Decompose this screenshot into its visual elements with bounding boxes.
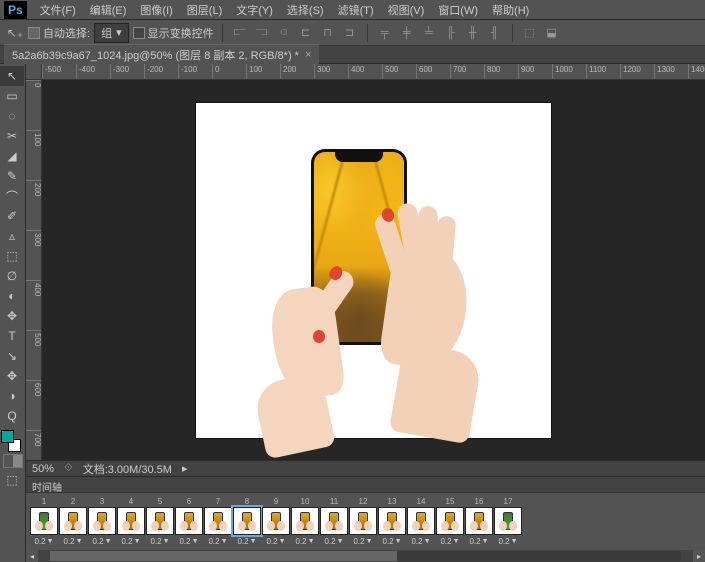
gradient-tool[interactable]: ◐ xyxy=(0,286,24,306)
pen-tool[interactable]: ✥ xyxy=(0,306,24,326)
document-tabs: 5a2a6b39c9a67_1024.jpg@50% (图层 8 副本 2, R… xyxy=(0,46,705,64)
menu-select[interactable]: 选择(S) xyxy=(280,0,331,21)
path-tool[interactable]: ↘ xyxy=(0,346,24,366)
horizontal-scrollbar[interactable]: ◂ ▸ xyxy=(26,550,705,562)
left-hand xyxy=(254,238,364,428)
distribute-bottom-icon[interactable]: ╧ xyxy=(420,24,438,42)
horizontal-ruler[interactable]: -500-400-300-200-10001002003004005006007… xyxy=(26,64,705,80)
options-bar: ↖₊ 自动选择: 组 ▾ 显示变换控件 ⫍ ⫎ ⫏ ⊏ ⊓ ⊐ ╤ ╪ ╧ ╟ … xyxy=(0,20,705,46)
align-bottom-icon[interactable]: ⫏ xyxy=(275,24,293,42)
eraser-tool[interactable]: ∅ xyxy=(0,266,24,286)
crop-tool[interactable]: ◢ xyxy=(0,146,24,166)
timeline-frame[interactable]: 20.2▼ xyxy=(59,497,87,546)
scroll-left-icon[interactable]: ◂ xyxy=(26,550,38,562)
menu-help[interactable]: 帮助(H) xyxy=(485,0,536,21)
zoom-tool[interactable]: Q xyxy=(0,406,24,426)
timeline-frame[interactable]: 110.2▼ xyxy=(320,497,348,546)
right-hand xyxy=(376,198,496,428)
healing-tool[interactable]: ⌒ xyxy=(0,186,24,206)
align-top-icon[interactable]: ⫍ xyxy=(231,24,249,42)
show-transform-checkbox[interactable]: 显示变换控件 xyxy=(133,25,214,41)
screen-mode-icon[interactable]: ⬚ xyxy=(0,470,24,490)
align-left-icon[interactable]: ⊏ xyxy=(297,24,315,42)
artboard[interactable] xyxy=(196,103,551,438)
lasso-tool[interactable]: ◌ xyxy=(0,106,24,126)
vertical-ruler[interactable]: 0100200300400500600700 xyxy=(26,80,42,460)
menu-filter[interactable]: 滤镜(T) xyxy=(331,0,381,21)
menu-layer[interactable]: 图层(L) xyxy=(180,0,229,21)
timeline-frame[interactable]: 30.2▼ xyxy=(88,497,116,546)
history-brush-tool[interactable]: ⬚ xyxy=(0,246,24,266)
timeline-frame[interactable]: 170.2▼ xyxy=(494,497,522,546)
quick-select-tool[interactable]: ✂ xyxy=(0,126,24,146)
checkbox-icon xyxy=(133,27,145,39)
3d-mode-icon[interactable]: ⬓ xyxy=(543,24,561,42)
menubar: Ps 文件(F) 编辑(E) 图像(I) 图层(L) 文字(Y) 选择(S) 滤… xyxy=(0,0,705,20)
document-tab[interactable]: 5a2a6b39c9a67_1024.jpg@50% (图层 8 副本 2, R… xyxy=(4,44,319,65)
timeline-frame[interactable]: 130.2▼ xyxy=(378,497,406,546)
timeline-frame[interactable]: 150.2▼ xyxy=(436,497,464,546)
timeline-frame[interactable]: 60.2▼ xyxy=(175,497,203,546)
marquee-tool[interactable]: ▭ xyxy=(0,86,24,106)
timeline-frame[interactable]: 70.2▼ xyxy=(204,497,232,546)
auto-align-icon[interactable]: ⬚ xyxy=(521,24,539,42)
menu-image[interactable]: 图像(I) xyxy=(133,0,179,21)
auto-select-dropdown[interactable]: 组 ▾ xyxy=(94,23,129,43)
timeline-frame[interactable]: 50.2▼ xyxy=(146,497,174,546)
shape-tool[interactable]: ✥ xyxy=(0,366,24,386)
show-transform-label: 显示变换控件 xyxy=(148,25,214,41)
timeline-header[interactable]: 时间轴 xyxy=(26,477,705,493)
move-tool-icon: ↖₊ xyxy=(6,24,24,42)
tools-panel: ↖ ▭ ◌ ✂ ◢ ✎ ⌒ ✐ ▵ ⬚ ∅ ◐ ✥ T ↘ ✥ ◑ Q ⬚ xyxy=(0,64,26,562)
checkbox-icon xyxy=(28,27,40,39)
menu-type[interactable]: 文字(Y) xyxy=(229,0,280,21)
stamp-tool[interactable]: ▵ xyxy=(0,226,24,246)
scrubber-icon[interactable]: ⟐ xyxy=(64,462,73,475)
hand-tool[interactable]: ◑ xyxy=(0,386,24,406)
move-tool[interactable]: ↖ xyxy=(0,66,24,86)
timeline-frame[interactable]: 120.2▼ xyxy=(349,497,377,546)
scroll-right-icon[interactable]: ▸ xyxy=(693,550,705,562)
menu-edit[interactable]: 编辑(E) xyxy=(83,0,134,21)
type-tool[interactable]: T xyxy=(0,326,24,346)
doc-info[interactable]: 文档:3.00M/30.5M xyxy=(83,461,172,477)
distribute-vcenter-icon[interactable]: ╪ xyxy=(398,24,416,42)
timeline-frame[interactable]: 10.2▼ xyxy=(30,497,58,546)
chevron-down-icon: ▾ xyxy=(116,26,122,39)
timeline-frame[interactable]: 80.2▼ xyxy=(233,497,261,546)
distribute-left-icon[interactable]: ╟ xyxy=(442,24,460,42)
eyedropper-tool[interactable]: ✎ xyxy=(0,166,24,186)
play-icon: ▸ xyxy=(182,464,196,474)
distribute-right-icon[interactable]: ╢ xyxy=(486,24,504,42)
quick-mask-icon[interactable] xyxy=(3,454,23,468)
timeline-panel: 时间轴 10.2▼20.2▼30.2▼40.2▼50.2▼60.2▼70.2▼8… xyxy=(26,476,705,550)
status-bar: 50% ⟐ 文档:3.00M/30.5M ▸ xyxy=(26,460,705,476)
menu-window[interactable]: 窗口(W) xyxy=(431,0,485,21)
timeline-frame[interactable]: 90.2▼ xyxy=(262,497,290,546)
auto-select-checkbox[interactable]: 自动选择: xyxy=(28,25,90,41)
zoom-level[interactable]: 50% xyxy=(32,463,54,475)
timeline-frame[interactable]: 160.2▼ xyxy=(465,497,493,546)
color-swatch[interactable] xyxy=(0,430,22,452)
auto-select-label: 自动选择: xyxy=(43,25,90,41)
close-icon[interactable]: × xyxy=(305,49,311,61)
timeline-frame[interactable]: 100.2▼ xyxy=(291,497,319,546)
distribute-top-icon[interactable]: ╤ xyxy=(376,24,394,42)
tab-title: 5a2a6b39c9a67_1024.jpg@50% (图层 8 副本 2, R… xyxy=(12,47,299,63)
align-right-icon[interactable]: ⊐ xyxy=(341,24,359,42)
menu-view[interactable]: 视图(V) xyxy=(381,0,432,21)
align-vcenter-icon[interactable]: ⫎ xyxy=(253,24,271,42)
menu-file[interactable]: 文件(F) xyxy=(33,0,83,21)
timeline-frame[interactable]: 40.2▼ xyxy=(117,497,145,546)
brush-tool[interactable]: ✐ xyxy=(0,206,24,226)
app-logo: Ps xyxy=(4,1,27,19)
distribute-hcenter-icon[interactable]: ╫ xyxy=(464,24,482,42)
canvas-area[interactable] xyxy=(42,80,705,460)
timeline-frame[interactable]: 140.2▼ xyxy=(407,497,435,546)
foreground-color[interactable] xyxy=(1,430,14,443)
align-hcenter-icon[interactable]: ⊓ xyxy=(319,24,337,42)
